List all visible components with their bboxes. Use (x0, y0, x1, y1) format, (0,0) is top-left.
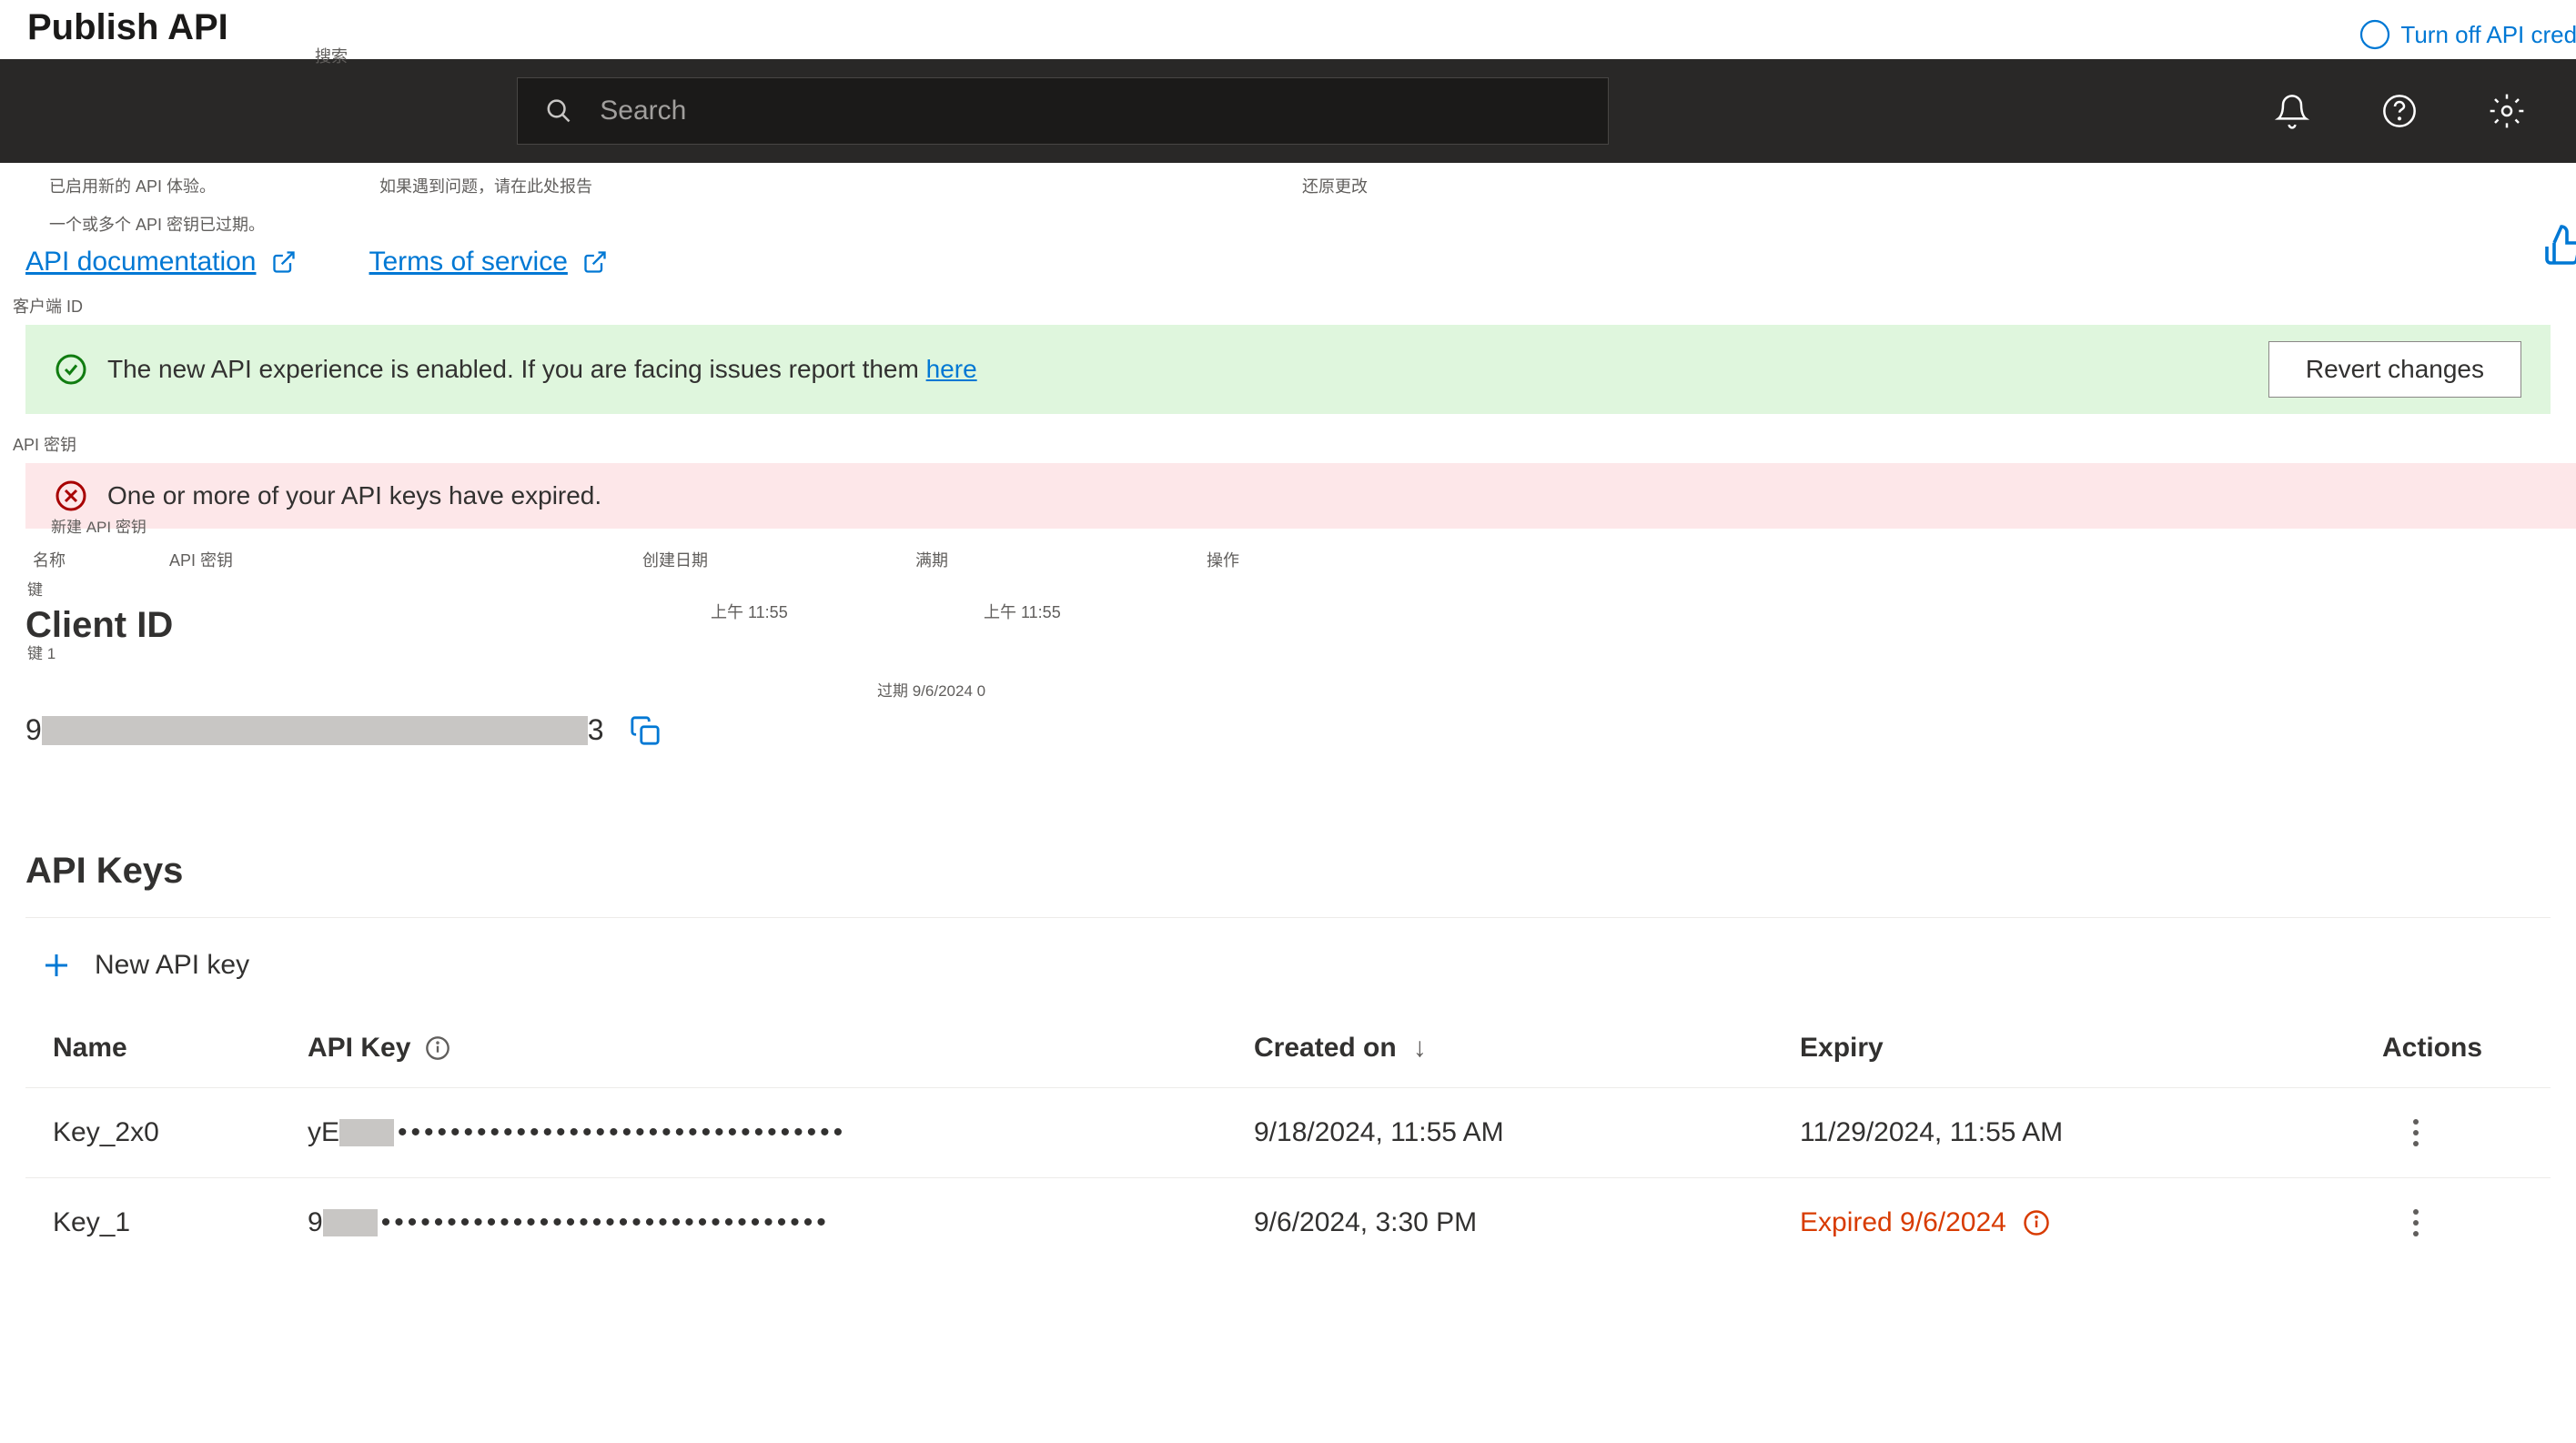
client-id-cn-label: 客户端 ID (0, 290, 2576, 321)
api-keys-heading: API Keys (0, 760, 2576, 904)
expired-small-cn: 过期 9/6/2024 0 (877, 678, 2576, 701)
th-actions-cn: 操作 (1207, 548, 1343, 571)
key-value: yE •••••••••••••••••••••••••••••••••• (308, 1117, 1254, 1148)
time-2: 上午 11:55 (984, 600, 1275, 623)
terms-label: Terms of service (369, 247, 568, 278)
sort-descending-icon: ↓ (1413, 1033, 1427, 1064)
plus-icon (40, 949, 73, 982)
report-here-link[interactable]: here (926, 355, 977, 383)
th-name[interactable]: Name (53, 1033, 308, 1064)
section-divider (25, 917, 2551, 918)
success-banner: The new API experience is enabled. If yo… (25, 325, 2551, 414)
error-banner-text: One or more of your API keys have expire… (107, 481, 601, 510)
info-icon[interactable] (425, 1035, 450, 1061)
th-actions: Actions (2382, 1033, 2523, 1064)
page-title: Publish API (27, 7, 228, 48)
turn-off-credentials-link[interactable]: Turn off API creden (2359, 18, 2576, 51)
th-expiry-cn: 满期 (915, 548, 1207, 571)
kebab-menu[interactable] (2413, 1119, 2419, 1146)
key-expiry: 11/29/2024, 11:55 AM (1800, 1117, 2382, 1148)
new-api-key-button[interactable]: New API key (0, 931, 2576, 1000)
api-doc-label: API documentation (25, 247, 257, 278)
notification-icon[interactable] (2274, 93, 2310, 129)
client-id-mask (42, 716, 588, 745)
key-name: Key_1 (53, 1207, 308, 1238)
terms-of-service-link[interactable]: Terms of service (369, 247, 608, 278)
th-name-cn: 名称 (33, 548, 169, 571)
client-id-value: 9 3 (25, 713, 604, 747)
success-check-icon (55, 353, 87, 386)
key-label-cn: 键 (0, 577, 2576, 600)
th-created-cn: 创建日期 (642, 548, 915, 571)
key-name: Key_2x0 (53, 1117, 308, 1148)
th-expiry[interactable]: Expiry (1800, 1033, 2382, 1064)
key-created: 9/18/2024, 11:55 AM (1254, 1117, 1800, 1148)
key-actions (2382, 1209, 2523, 1236)
chinese-expired-row: 一个或多个 API 密钥已过期。 (0, 208, 2576, 247)
key-value: 9 •••••••••••••••••••••••••••••••••• (308, 1207, 1254, 1238)
stop-circle-icon (2359, 18, 2391, 51)
external-link-icon (582, 249, 608, 275)
chinese-info-2: 如果遇到问题，请在此处报告 (379, 174, 592, 197)
alert-info-icon[interactable] (2023, 1209, 2050, 1236)
chinese-info-row: 已启用新的 API 体验。 如果遇到问题，请在此处报告 还原更改 (0, 163, 2576, 208)
key1-label-cn: 键 1 (0, 641, 2576, 663)
table-row: Key_1 9 ••••••••••••••••••••••••••••••••… (25, 1177, 2551, 1267)
small-table-header-cn: 名称 API 密钥 创建日期 满期 操作 (0, 537, 2576, 582)
kebab-menu[interactable] (2413, 1209, 2419, 1236)
top-bar (0, 59, 2576, 163)
key-created: 9/6/2024, 3:30 PM (1254, 1207, 1800, 1238)
api-key-cn-label: API 密钥 (0, 414, 2576, 459)
external-link-icon (271, 249, 297, 275)
th-apikey-cn: API 密钥 (169, 548, 642, 571)
new-api-key-label: New API key (95, 950, 249, 981)
key-actions (2382, 1119, 2523, 1146)
table-header: Name API Key Created on ↓ Expiry Actions (25, 1000, 2551, 1087)
th-created-on[interactable]: Created on ↓ (1254, 1033, 1800, 1064)
new-api-key-cn-label: 新建 API 密钥 (0, 514, 2576, 537)
settings-icon[interactable] (2489, 93, 2525, 129)
revert-changes-button[interactable]: Revert changes (2268, 341, 2521, 398)
chinese-info-3: 还原更改 (1302, 174, 1368, 197)
small-table-row: 上午 11:55 上午 11:55 (0, 600, 2576, 623)
search-input[interactable] (600, 96, 1581, 126)
key-expiry-expired: Expired 9/6/2024 (1800, 1207, 2382, 1238)
links-row: API documentation Terms of service (0, 247, 2576, 290)
search-label-cn: 搜索 (315, 44, 348, 67)
table-row: Key_2x0 yE •••••••••••••••••••••••••••••… (25, 1087, 2551, 1177)
client-id-suffix: 3 (588, 713, 604, 747)
search-icon (545, 96, 572, 126)
chinese-info-1: 已启用新的 API 体验。 (49, 174, 216, 197)
api-keys-table: Name API Key Created on ↓ Expiry Actions… (0, 1000, 2576, 1267)
help-icon[interactable] (2381, 93, 2418, 129)
th-api-key[interactable]: API Key (308, 1033, 1254, 1064)
time-1: 上午 11:55 (711, 600, 984, 623)
search-container[interactable] (517, 77, 1609, 145)
success-banner-text: The new API experience is enabled. If yo… (107, 355, 977, 384)
api-documentation-link[interactable]: API documentation (25, 247, 297, 278)
thumbs-up-icon[interactable] (2541, 223, 2576, 271)
error-circle-icon (55, 479, 87, 512)
copy-icon[interactable] (630, 715, 661, 746)
client-id-prefix: 9 (25, 713, 42, 747)
turn-off-label: Turn off API creden (2400, 21, 2576, 49)
client-id-value-row: 9 3 (0, 701, 2576, 760)
